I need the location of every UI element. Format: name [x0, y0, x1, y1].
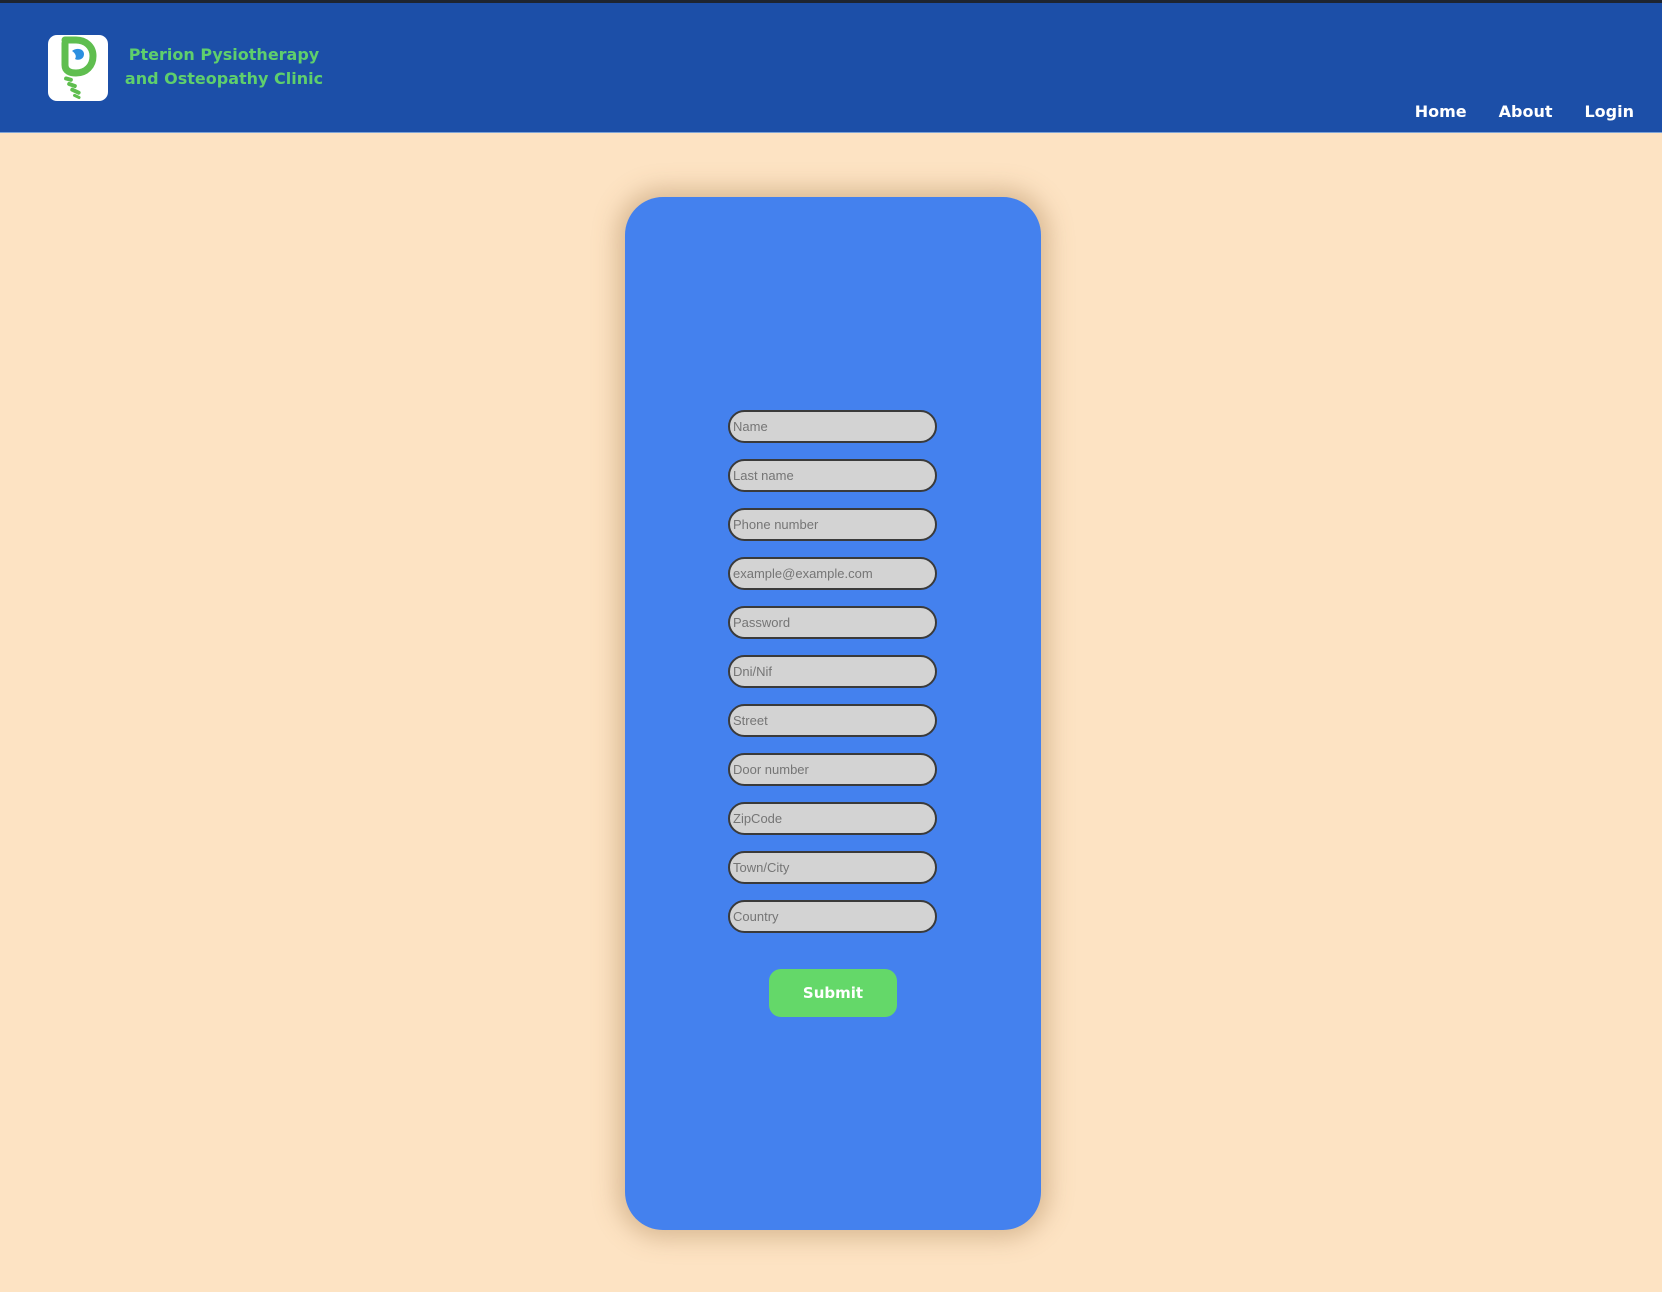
last-name-input[interactable]	[728, 459, 937, 492]
town-city-input[interactable]	[728, 851, 937, 884]
street-input[interactable]	[728, 704, 937, 737]
door-number-input[interactable]	[728, 753, 937, 786]
zipcode-input[interactable]	[728, 802, 937, 835]
submit-button[interactable]: Submit	[769, 969, 897, 1017]
password-input[interactable]	[728, 606, 937, 639]
email-input[interactable]	[728, 557, 937, 590]
clinic-logo[interactable]	[48, 35, 108, 101]
physio-spine-logo-icon	[61, 36, 97, 100]
nav-about-link[interactable]: About	[1499, 102, 1553, 121]
country-input[interactable]	[728, 900, 937, 933]
name-input[interactable]	[728, 410, 937, 443]
main-nav: Home About Login	[1415, 102, 1634, 121]
registration-form	[728, 410, 938, 949]
site-header: Pterion Pysiotherapy and Osteopathy Clin…	[0, 3, 1662, 133]
nav-home-link[interactable]: Home	[1415, 102, 1467, 121]
dni-nif-input[interactable]	[728, 655, 937, 688]
nav-login-link[interactable]: Login	[1584, 102, 1634, 121]
clinic-name: Pterion Pysiotherapy and Osteopathy Clin…	[124, 45, 324, 88]
phone-number-input[interactable]	[728, 508, 937, 541]
